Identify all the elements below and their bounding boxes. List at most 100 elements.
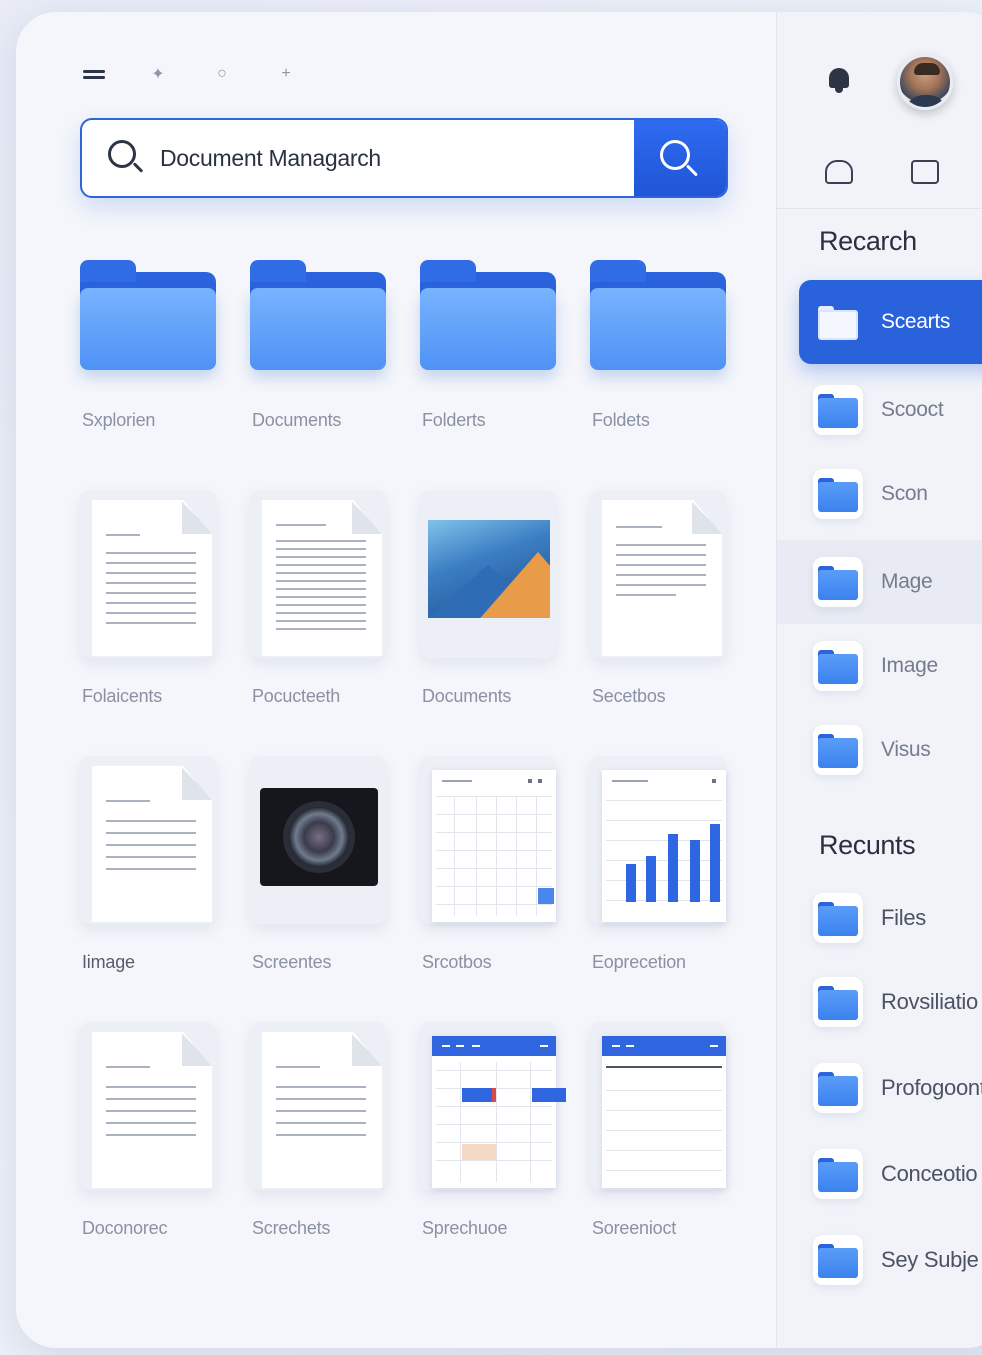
avatar[interactable] — [897, 54, 953, 110]
folder-icon — [813, 385, 863, 435]
tile-label: Doconorec — [82, 1218, 168, 1238]
divider — [777, 208, 982, 209]
folder-icon — [813, 641, 863, 691]
sidebar-item-label: Scooct — [881, 398, 944, 421]
folder-icon — [590, 258, 726, 370]
tile-label: Screentes — [252, 952, 332, 972]
image-tile[interactable]: Documents — [420, 490, 556, 706]
app-window: ✦ ○ + Sxplorien Documents — [16, 12, 982, 1348]
tile-label: Documents — [252, 410, 342, 430]
tile-label: Soreenioct — [592, 1218, 677, 1238]
folder-icon — [813, 1063, 863, 1113]
spreadsheet-thumbnail — [420, 756, 556, 924]
bell-icon[interactable] — [827, 66, 851, 94]
grid-row: Doconorec Screchets Sprechuoe Soreenioct — [80, 1022, 726, 1238]
sidebar-item-label: Rovsiliatio — [881, 989, 978, 1014]
tile-label: Srcotbos — [422, 952, 492, 972]
folder-tile[interactable]: Sxplorien — [80, 258, 216, 430]
plus-icon[interactable]: + — [274, 62, 298, 86]
sidebar-item-label: Scearts — [881, 310, 951, 333]
document-tile[interactable]: Iimage — [80, 756, 216, 972]
sidebar-item[interactable]: Conceotio — [799, 1132, 982, 1216]
circle-icon[interactable]: ○ — [210, 62, 234, 86]
tile-label: Secetbos — [592, 686, 666, 706]
folder-icon — [813, 725, 863, 775]
spreadsheet-tile[interactable]: Srcotbos — [420, 756, 556, 972]
document-tile[interactable]: Folaicents — [80, 490, 216, 706]
document-thumbnail — [250, 1022, 386, 1190]
document-tile[interactable]: Pocucteeth — [250, 490, 386, 706]
tile-label: Sprechuoe — [422, 1218, 508, 1238]
folder-icon — [813, 297, 863, 347]
document-tile[interactable]: Secetbos — [590, 490, 726, 706]
folder-tile[interactable]: Documents — [250, 258, 386, 430]
image-thumbnail — [420, 490, 556, 658]
document-thumbnail — [80, 1022, 216, 1190]
document-thumbnail — [80, 490, 216, 658]
document-tile[interactable]: Doconorec — [80, 1022, 216, 1238]
search-input[interactable] — [146, 144, 634, 172]
image-tile[interactable]: Screentes — [250, 756, 386, 972]
sidebar-item-label: Sey Subje — [881, 1247, 979, 1272]
folder-tile[interactable]: Folderts — [420, 258, 556, 430]
tile-label: Screchets — [252, 1218, 331, 1238]
search-bar — [80, 118, 728, 198]
sidebar-item-label: Conceotio — [881, 1161, 978, 1186]
tile-label: Pocucteeth — [252, 686, 341, 706]
grid-row: Folaicents Pocucteeth Documents Secetbos — [80, 490, 726, 706]
document-thumbnail — [80, 756, 216, 924]
folder-tile[interactable]: Foldets — [590, 258, 726, 430]
sidebar-item[interactable]: Scon — [799, 452, 982, 536]
tile-label: Eoprecetion — [592, 952, 686, 972]
sidebar-item[interactable]: Visus — [799, 708, 982, 792]
folder-icon — [813, 977, 863, 1027]
folder-icon — [420, 258, 556, 370]
folder-icon — [80, 258, 216, 370]
tile-label: Folaicents — [82, 686, 163, 706]
sidebar-item[interactable]: Files — [799, 876, 982, 960]
sidebar-item[interactable]: Image — [799, 624, 982, 708]
document-thumbnail — [250, 490, 386, 658]
grid-row: Iimage Screentes Srcotbos Eoprecetion — [80, 756, 726, 972]
sidebar-item-label: Visus — [881, 738, 931, 761]
folder-icon — [813, 1235, 863, 1285]
home-icon[interactable] — [825, 160, 853, 184]
spreadsheet-thumbnail — [420, 1022, 566, 1190]
hamburger-icon[interactable] — [82, 62, 106, 86]
sidebar-item[interactable]: Scearts — [799, 280, 982, 364]
tile-label: Folderts — [422, 410, 486, 430]
sidebar-item[interactable]: Scooct — [799, 368, 982, 452]
sidebar-item[interactable]: Profogoont — [799, 1046, 982, 1130]
folder-icon — [813, 893, 863, 943]
sidebar-item-label: Files — [881, 905, 926, 930]
folder-icon — [813, 469, 863, 519]
sidebar-item-label: Scon — [881, 482, 928, 505]
tile-label: Iimage — [82, 952, 135, 972]
section-heading: Recarch — [819, 226, 917, 256]
spreadsheet-tile[interactable]: Sprechuoe — [420, 1022, 566, 1238]
document-thumbnail — [590, 490, 726, 658]
sidebar-item[interactable]: Sey Subje — [799, 1218, 982, 1302]
right-sidebar: Recarch Scearts Scooct Scon Mage Image V… — [776, 12, 982, 1348]
spreadsheet-tile[interactable]: Soreenioct — [590, 1022, 726, 1238]
spreadsheet-thumbnail — [590, 1022, 726, 1190]
sidebar-item-label: Image — [881, 654, 938, 677]
sidebar-item[interactable]: Rovsiliatio — [799, 960, 982, 1044]
folder-icon — [813, 557, 863, 607]
chart-tile[interactable]: Eoprecetion — [590, 756, 726, 972]
camera-lens-icon — [260, 788, 378, 886]
sidebar-item[interactable]: Mage — [777, 540, 982, 624]
chart-thumbnail — [590, 756, 726, 924]
sidebar-item-label: Mage — [881, 570, 933, 593]
image-thumbnail — [250, 756, 386, 924]
document-tile[interactable]: Screchets — [250, 1022, 386, 1238]
top-toolbar: ✦ ○ + — [82, 62, 298, 86]
sparkle-icon[interactable]: ✦ — [146, 62, 170, 86]
calendar-icon[interactable] — [911, 160, 939, 184]
search-button[interactable] — [634, 120, 726, 196]
main-panel: ✦ ○ + Sxplorien Documents — [16, 12, 776, 1348]
sidebar-item-label: Profogoont — [881, 1075, 982, 1100]
tile-label: Foldets — [592, 410, 650, 430]
tile-label: Sxplorien — [82, 410, 156, 430]
section-heading: Recunts — [819, 830, 916, 860]
